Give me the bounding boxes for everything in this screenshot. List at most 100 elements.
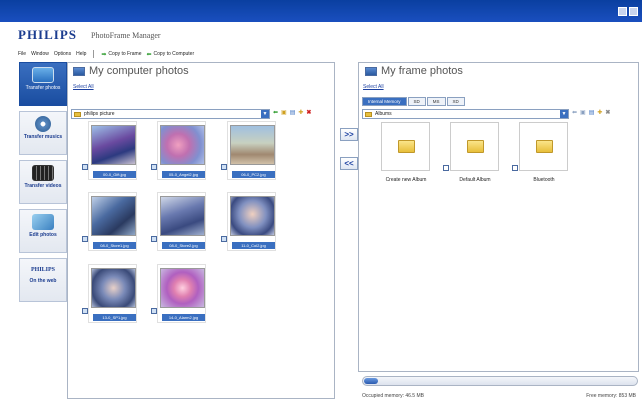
- photo-checkbox[interactable]: [221, 236, 227, 242]
- frame-path-text: Albums: [375, 111, 392, 117]
- sidebar-item-transfer-photos[interactable]: Transfer photos: [19, 62, 67, 106]
- new-folder-icon[interactable]: ✚: [597, 109, 602, 116]
- delete-icon[interactable]: ✖: [306, 109, 311, 116]
- album-default[interactable]: [450, 122, 499, 171]
- copy-to-frame-label: Copy to Frame: [108, 51, 142, 57]
- computer-toolbar: ⬅ ▣ ▤ ✚ ✖: [273, 109, 311, 116]
- up-folder-icon[interactable]: ▣: [580, 109, 586, 116]
- folder-icon: [536, 140, 553, 153]
- free-memory-text: Free memory: 853 MB: [586, 393, 636, 399]
- up-folder-icon[interactable]: ▣: [281, 109, 287, 116]
- album-bluetooth[interactable]: [519, 122, 568, 171]
- app-name: PhotoFrame Manager: [91, 31, 161, 40]
- photo-checkbox[interactable]: [82, 308, 88, 314]
- photo-image: [91, 196, 136, 236]
- photo-checkbox[interactable]: [82, 236, 88, 242]
- photo-caption: 05-0_Angel2.jpg: [162, 171, 205, 178]
- menu-bar: File Window Options Help ➡ Copy to Frame…: [18, 49, 194, 59]
- frame-toolbar: ⬅ ▣ ▤ ✚ ✖: [572, 109, 610, 116]
- arrow-right-icon: ➡: [101, 51, 107, 58]
- sidebar-item-label: Edit photos: [29, 232, 57, 238]
- photo-monitor-icon: [32, 67, 54, 83]
- photo-thumbnail[interactable]: 06-0_PC2.jpg: [227, 121, 276, 180]
- title-bar: [0, 0, 642, 22]
- view-mode-icon[interactable]: ▤: [290, 109, 296, 116]
- album-checkbox[interactable]: [443, 165, 449, 171]
- brand-logo: PHILIPS: [18, 27, 78, 42]
- photo-image: [160, 196, 205, 236]
- memory-tabs: Internal Memory SD MS XD: [362, 97, 465, 106]
- photo-checkbox[interactable]: [82, 164, 88, 170]
- sidebar-item-edit-photos[interactable]: Edit photos: [19, 209, 67, 253]
- photo-thumbnail[interactable]: 14-0_Alarm2.jpg: [157, 264, 206, 323]
- photo-caption: 11-0_Col2.jpg: [232, 242, 275, 249]
- photo-image: [230, 125, 275, 165]
- frame-panel-title: My frame photos: [365, 65, 463, 77]
- photo-checkbox[interactable]: [151, 236, 157, 242]
- photo-image: [160, 268, 205, 308]
- menu-separator: [93, 50, 95, 58]
- edit-photo-icon: [32, 214, 54, 230]
- copy-to-computer-button[interactable]: ⬅ Copy to Computer: [147, 51, 195, 58]
- album-create-new[interactable]: [381, 122, 430, 171]
- chevron-down-icon[interactable]: ▼: [261, 110, 269, 118]
- tab-sd[interactable]: SD: [407, 97, 426, 106]
- back-arrow-icon[interactable]: ⬅: [273, 109, 278, 116]
- album-checkbox[interactable]: [512, 165, 518, 171]
- tab-ms[interactable]: MS: [426, 97, 446, 106]
- sidebar-item-transfer-videos[interactable]: Transfer videos: [19, 160, 67, 204]
- copy-to-frame-button[interactable]: ➡ Copy to Frame: [101, 51, 141, 58]
- arrow-left-icon: ⬅: [146, 51, 152, 58]
- folder-icon: [365, 111, 372, 117]
- tab-xd[interactable]: XD: [446, 97, 465, 106]
- close-button[interactable]: [629, 7, 638, 16]
- menu-help[interactable]: Help: [76, 51, 86, 57]
- select-all-computer-link[interactable]: Select All: [73, 84, 94, 90]
- photo-image: [230, 196, 275, 236]
- minimize-button[interactable]: [618, 7, 627, 16]
- menu-file[interactable]: File: [18, 51, 26, 57]
- select-all-frame-link[interactable]: Select All: [363, 84, 384, 90]
- sidebar-item-label: Transfer musics: [23, 134, 63, 140]
- photo-caption: 06-0_PC2.jpg: [232, 171, 275, 178]
- photo-checkbox[interactable]: [151, 164, 157, 170]
- transfer-to-computer-button[interactable]: <<: [340, 157, 358, 170]
- film-strip-icon: [32, 165, 54, 181]
- view-mode-icon[interactable]: ▤: [589, 109, 595, 116]
- transfer-to-frame-button[interactable]: >>: [340, 128, 358, 141]
- photo-image: [91, 268, 136, 308]
- tab-internal-memory[interactable]: Internal Memory: [362, 97, 407, 106]
- chevron-down-icon[interactable]: ▼: [560, 110, 568, 118]
- sidebar-item-label: On the web: [29, 278, 57, 284]
- photo-checkbox[interactable]: [151, 308, 157, 314]
- photo-image: [160, 125, 205, 165]
- menu-options[interactable]: Options: [54, 51, 71, 57]
- photo-thumbnail[interactable]: 05-0_Angel2.jpg: [157, 121, 206, 180]
- photo-checkbox[interactable]: [221, 164, 227, 170]
- photo-thumbnail[interactable]: 00-0_Gift.jpg: [88, 121, 137, 180]
- music-disc-icon: [35, 116, 51, 132]
- photo-thumbnail[interactable]: 08-0_Store2.jpg: [157, 192, 206, 251]
- sidebar-item-transfer-musics[interactable]: Transfer musics: [19, 111, 67, 155]
- sidebar-item-on-the-web[interactable]: PHILIPS On the web: [19, 258, 67, 302]
- delete-icon[interactable]: ✖: [605, 109, 610, 116]
- menu-window[interactable]: Window: [31, 51, 49, 57]
- photo-caption: 08-0_Store2.jpg: [162, 242, 205, 249]
- new-folder-icon[interactable]: ✚: [298, 109, 303, 116]
- folder-icon: [74, 111, 81, 117]
- album-label: Default Album: [459, 177, 491, 183]
- photo-caption: 00-0_Gift.jpg: [93, 171, 136, 178]
- back-arrow-icon[interactable]: ⬅: [572, 109, 577, 116]
- photo-caption: 08-0_Store1.jpg: [93, 242, 136, 249]
- occupied-memory-text: Occupied memory: 46.5 MB: [362, 393, 424, 399]
- computer-path-dropdown[interactable]: philips picture ▼: [71, 109, 270, 119]
- photo-thumbnail[interactable]: 08-0_Store1.jpg: [88, 192, 137, 251]
- frame-path-dropdown[interactable]: Albums ▼: [362, 109, 569, 119]
- sidebar: Transfer photos Transfer musics Transfer…: [19, 62, 67, 402]
- photo-thumbnail[interactable]: 13-0_SP1.jpg: [88, 264, 137, 323]
- photo-caption: 14-0_Alarm2.jpg: [162, 314, 205, 321]
- copy-to-computer-label: Copy to Computer: [153, 51, 195, 57]
- photo-thumbnail[interactable]: 11-0_Col2.jpg: [227, 192, 276, 251]
- philips-web-logo: PHILIPS: [30, 267, 55, 273]
- frame-panel-title-text: My frame photos: [381, 65, 463, 77]
